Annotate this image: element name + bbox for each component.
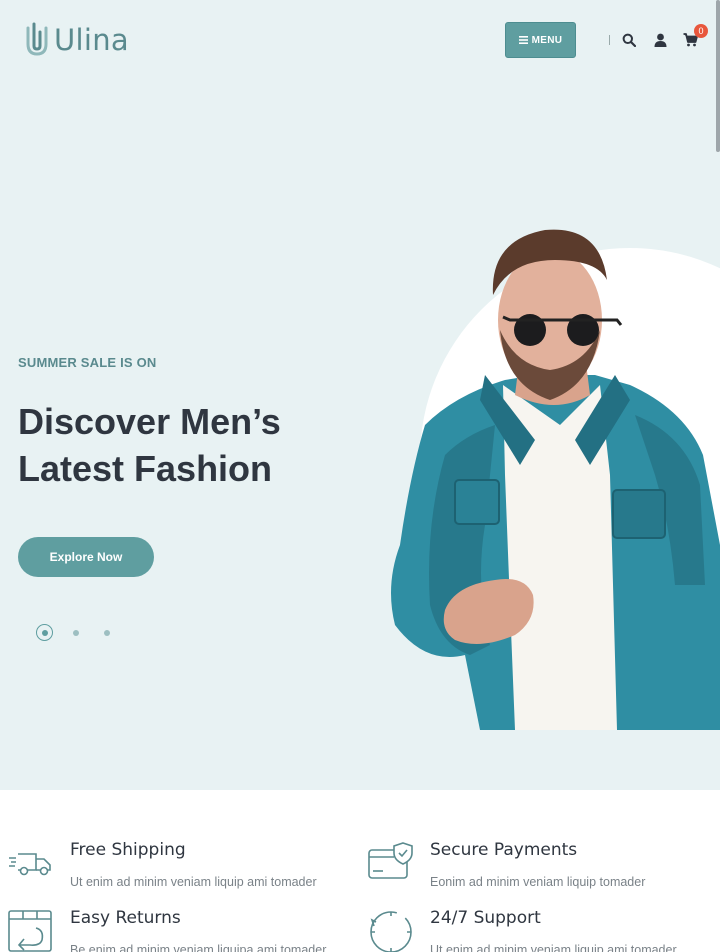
feature-desc: Ut enim ad minim veniam liquip ami tomad… [430,943,677,952]
slider-dots [36,624,135,641]
hamburger-icon [518,36,528,44]
feature-title: Secure Payments [430,840,578,860]
slider-dot-2[interactable] [73,629,79,636]
feature-free-shipping: Free Shipping Ut enim ad minim veniam li… [8,840,358,900]
explore-now-button[interactable]: Explore Now [18,537,154,577]
header-divider [609,35,610,45]
search-icon[interactable] [620,31,638,49]
slider-dot-1[interactable] [36,624,53,641]
logo-mark-icon [26,22,48,56]
support-24-icon [370,911,412,952]
secure-card-icon [368,842,413,879]
feature-secure-payments: Secure Payments Eonim ad minim veniam li… [368,840,718,900]
hero-title: Discover Men’s Latest Fashion [18,398,378,492]
hero-slider: SUMMER SALE IS ON Discover Men’s Latest … [0,0,720,790]
feature-easy-returns: Easy Returns Be enim ad minim veniam liq… [8,908,358,952]
feature-title: 24/7 Support [430,908,541,928]
slider-dot-3[interactable] [104,629,110,636]
menu-label: MENU [531,34,563,46]
return-box-icon [8,910,52,952]
page-scrollbar[interactable] [716,0,720,152]
feature-desc: Be enim ad minim veniam liquipa ami toma… [70,943,327,952]
hero-title-line-1: Discover Men’s [18,401,281,442]
feature-support: 24/7 Support Ut enim ad minim veniam liq… [368,908,718,952]
user-icon[interactable] [651,31,669,49]
feature-title: Free Shipping [70,840,186,860]
truck-icon [9,853,51,876]
menu-button[interactable]: MENU [505,22,576,58]
feature-desc: Ut enim ad minim veniam liquip ami tomad… [70,875,317,889]
hero-eyebrow: SUMMER SALE IS ON [18,355,157,370]
hero-model-image [391,229,720,730]
feature-title: Easy Returns [70,908,181,928]
logo-text: Ulina [54,23,129,57]
hero-title-line-2: Latest Fashion [18,448,273,489]
features-section: Free Shipping Ut enim ad minim veniam li… [0,790,720,952]
cart-count-badge: 0 [694,24,708,38]
site-header: Ulina MENU 0 [0,0,720,80]
feature-desc: Eonim ad minim veniam liquip tomader [430,875,646,889]
logo[interactable]: Ulina [22,22,129,58]
